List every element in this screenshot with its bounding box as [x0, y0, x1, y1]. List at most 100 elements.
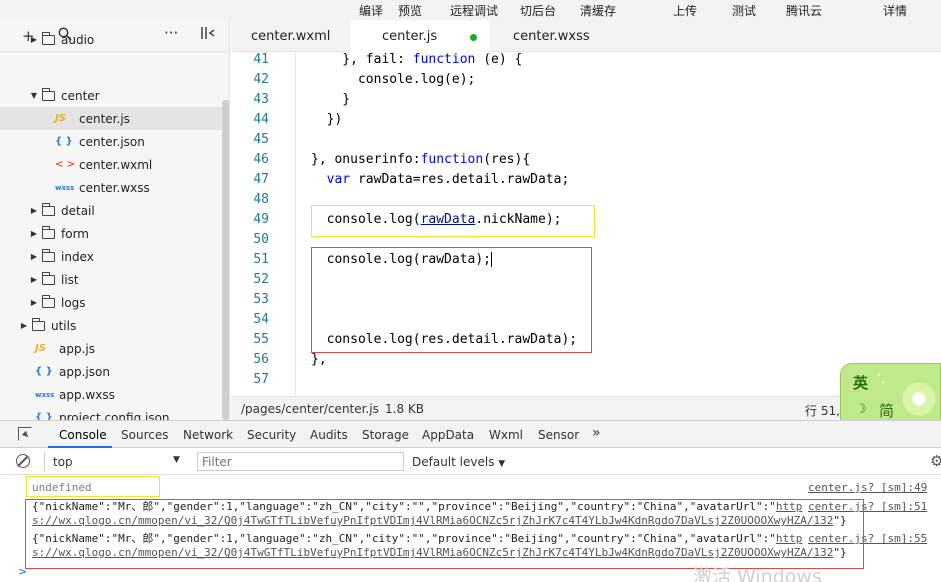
tab-center-wxml[interactable]: center.wxml — [231, 20, 349, 52]
json-file-icon: { } — [35, 412, 53, 420]
background-button[interactable]: 切后台 — [520, 2, 556, 19]
highlight-box-yellow-console — [26, 476, 160, 497]
tree-file-center-js[interactable]: JS center.js — [0, 107, 222, 130]
tree-file-app-json[interactable]: { } app.json — [0, 360, 222, 383]
inspect-element-icon[interactable] — [18, 427, 32, 441]
log-levels-label: Default levels — [412, 455, 495, 469]
sidebar-scrollbar[interactable] — [222, 100, 229, 420]
clear-cache-button[interactable]: 清缓存 — [580, 2, 616, 19]
file-size: 1.8 KB — [385, 402, 424, 416]
tab-audits[interactable]: Audits — [310, 428, 348, 442]
tree-label: center.wxss — [79, 180, 150, 195]
json-file-icon: { } — [55, 136, 73, 147]
folder-icon — [42, 87, 55, 101]
tree-label: form — [61, 226, 89, 241]
tree-label: center.js — [79, 111, 130, 126]
tree-label: center.wxml — [79, 157, 153, 172]
top-toolbar: 编译 预览 远程调试 切后台 清缓存 上传 测试 腾讯云 详情 — [0, 0, 941, 20]
highlight-box-yellow — [311, 205, 595, 237]
tab-security[interactable]: Security — [247, 428, 296, 442]
tab-sources[interactable]: Sources — [121, 428, 168, 442]
tree-file-center-wxml[interactable]: < > center.wxml — [0, 153, 222, 176]
chevron-down-icon: ▼ — [30, 91, 38, 100]
filter-input[interactable] — [197, 452, 404, 471]
editor-tabs: center.wxml center.js center.wxss — [231, 20, 941, 52]
tree-file-center-json[interactable]: { } center.json — [0, 130, 222, 153]
details-button[interactable]: 详情 — [883, 2, 907, 19]
console-source-link[interactable]: center.js? [sm]:49 — [808, 481, 927, 494]
tab-storage[interactable]: Storage — [362, 428, 409, 442]
editor-status-bar: /pages/center/center.js 1.8 KB 行 51, — [231, 396, 941, 420]
tab-wxml[interactable]: Wxml — [489, 428, 523, 442]
tab-sensor[interactable]: Sensor — [538, 428, 579, 442]
test-button[interactable]: 测试 — [732, 2, 756, 19]
chevron-right-icon: ▶ — [30, 206, 38, 215]
highlight-box-red — [311, 247, 592, 353]
tree-folder-audio[interactable]: ▶ audio — [0, 28, 222, 51]
moon-icon[interactable]: ☽ — [855, 402, 867, 417]
remote-debug-button[interactable]: 远程调试 — [450, 2, 498, 19]
tree-folder-logs[interactable]: ▶ logs — [0, 291, 222, 314]
ime-script[interactable]: 简 — [879, 400, 894, 421]
tab-label: center.wxss — [513, 29, 590, 44]
unsaved-dot-icon — [470, 34, 477, 41]
tencent-cloud-button[interactable]: 腾讯云 — [786, 2, 822, 19]
tree-label: detail — [61, 203, 95, 218]
tree-file-center-wxss[interactable]: wxss center.wxss — [0, 176, 222, 199]
dropdown-arrow-icon: ▼ — [498, 459, 506, 469]
clear-console-icon[interactable] — [16, 454, 30, 468]
tree-label: list — [61, 272, 79, 287]
tree-label: index — [61, 249, 94, 264]
folder-icon — [42, 225, 55, 239]
ime-language[interactable]: 英 — [853, 372, 868, 393]
upload-button[interactable]: 上传 — [673, 2, 697, 19]
tab-network[interactable]: Network — [183, 428, 233, 442]
chevron-right-icon: ▶ — [30, 229, 38, 238]
dropdown-arrow-icon: ▼ — [173, 455, 180, 465]
tab-center-wxss[interactable]: center.wxss — [491, 20, 611, 52]
chevron-right-icon: ▶ — [20, 321, 28, 330]
tree-label: app.js — [59, 341, 95, 356]
tree-folder-list[interactable]: ▶ list — [0, 268, 222, 291]
json-file-icon: { } — [35, 366, 53, 377]
js-file-icon: JS — [55, 113, 66, 124]
tree-folder-index[interactable]: ▶ index — [0, 245, 222, 268]
tree-label: logs — [61, 295, 86, 310]
context-selector[interactable]: top ▼ — [44, 452, 186, 471]
chevron-right-icon: ▶ — [30, 252, 38, 261]
tree-folder-center[interactable]: ▼ center — [0, 84, 222, 107]
wxss-file-icon: wxss — [55, 183, 75, 192]
tree-label: audio — [61, 32, 95, 47]
tree-folder-form[interactable]: ▶ form — [0, 222, 222, 245]
folder-icon — [42, 248, 55, 262]
console-prompt[interactable]: > — [18, 565, 27, 578]
tree-folder-detail[interactable]: ▶ detail — [0, 199, 222, 222]
folder-icon — [42, 271, 55, 285]
tab-appdata[interactable]: AppData — [422, 428, 474, 442]
windows-activation-watermark: 激活 Windows — [693, 566, 822, 582]
chevron-right-icon: ▶ — [30, 275, 38, 284]
gear-icon[interactable]: ⚙ — [930, 452, 941, 470]
compile-button[interactable]: 编译 — [359, 2, 383, 19]
tree-file-project-config[interactable]: { } project.config.json — [0, 406, 222, 421]
ime-punctuation[interactable]: ’, — [877, 372, 885, 387]
folder-icon — [42, 294, 55, 308]
tree-label: center.json — [79, 134, 145, 149]
context-value: top — [53, 455, 73, 469]
tree-folder-utils[interactable]: ▶ utils — [0, 314, 222, 337]
preview-button[interactable]: 预览 — [398, 2, 422, 19]
file-path: /pages/center/center.js — [241, 402, 379, 416]
tab-console[interactable]: Console — [59, 428, 107, 442]
console-filter-bar: top ▼ Default levels ▼ ⚙ — [0, 448, 941, 475]
log-levels-dropdown[interactable]: Default levels ▼ — [412, 455, 505, 469]
tab-label: center.wxml — [251, 29, 331, 44]
tree-file-app-wxss[interactable]: wxss app.wxss — [0, 383, 222, 406]
wxml-file-icon: < > — [55, 159, 76, 170]
tree-label: project.config.json — [59, 410, 170, 421]
tab-center-js[interactable]: center.js — [350, 20, 490, 52]
folder-icon — [32, 317, 45, 331]
tab-label: center.js — [382, 29, 438, 44]
highlight-box-red-console — [25, 499, 864, 569]
tree-file-app-js[interactable]: JS app.js — [0, 337, 222, 360]
more-tabs-icon[interactable]: » — [592, 425, 601, 441]
